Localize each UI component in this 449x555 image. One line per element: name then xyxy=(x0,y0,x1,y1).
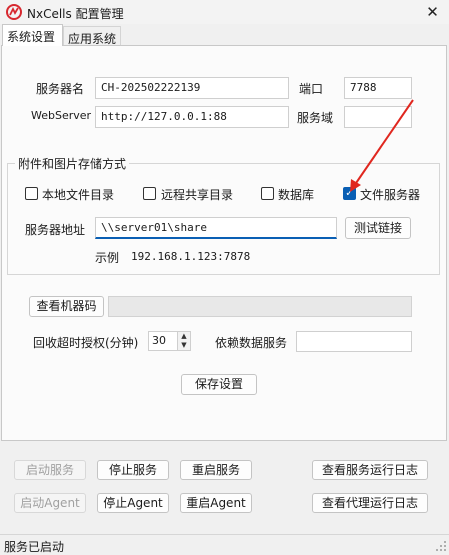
restart-agent-button[interactable]: 重启Agent xyxy=(180,493,252,513)
tab-application-system[interactable]: 应用系统 xyxy=(63,26,121,46)
timeout-stepper[interactable]: 30 ▲ ▼ xyxy=(148,331,191,351)
stepper-up-icon[interactable]: ▲ xyxy=(177,332,190,341)
status-text: 服务已启动 xyxy=(4,540,65,554)
start-agent-button[interactable]: 启动Agent xyxy=(14,493,86,513)
service-domain-label: 服务域 xyxy=(297,111,334,125)
remote-share-checkbox[interactable] xyxy=(143,187,156,200)
test-link-button[interactable]: 测试链接 xyxy=(345,217,411,239)
annotation-arrow-icon xyxy=(350,99,414,192)
save-settings-button[interactable]: 保存设置 xyxy=(181,374,257,395)
webserver-label: WebServer xyxy=(31,109,92,122)
local-dir-checkbox[interactable] xyxy=(25,187,38,200)
server-name-field[interactable]: CH-202502222139 xyxy=(95,77,289,99)
app-logo-icon xyxy=(6,4,22,20)
timeout-value: 30 xyxy=(152,334,166,347)
example-label: 示例 xyxy=(95,251,120,265)
local-dir-label[interactable]: 本地文件目录 xyxy=(42,186,114,203)
example-value: 192.168.1.123:7878 xyxy=(131,250,251,263)
restart-service-button[interactable]: 重启服务 xyxy=(180,460,252,480)
stop-agent-button[interactable]: 停止Agent xyxy=(97,493,169,513)
port-label: 端口 xyxy=(299,82,324,96)
remote-share-label[interactable]: 远程共享目录 xyxy=(161,186,233,203)
view-agent-log-button[interactable]: 查看代理运行日志 xyxy=(312,493,428,513)
timeout-label: 回收超时授权(分钟) xyxy=(33,336,139,350)
status-bar xyxy=(0,534,449,554)
close-icon: ✕ xyxy=(426,3,439,21)
server-address-field[interactable]: \\server01\share xyxy=(95,217,337,239)
server-name-label: 服务器名 xyxy=(36,82,85,96)
webserver-field[interactable]: http://127.0.0.1:88 xyxy=(95,106,289,128)
stop-service-button[interactable]: 停止服务 xyxy=(97,460,169,480)
database-checkbox[interactable] xyxy=(261,187,274,200)
view-service-log-button[interactable]: 查看服务运行日志 xyxy=(312,460,428,480)
storage-group-title: 附件和图片存储方式 xyxy=(15,155,130,172)
resize-grip-icon[interactable] xyxy=(435,540,447,552)
dependency-field[interactable] xyxy=(296,331,412,352)
machine-code-field xyxy=(108,296,412,317)
start-service-button[interactable]: 启动服务 xyxy=(14,460,86,480)
window-title: NxCells 配置管理 xyxy=(27,7,124,21)
tab-system-settings[interactable]: 系统设置 xyxy=(2,24,63,46)
database-label[interactable]: 数据库 xyxy=(278,186,314,203)
dependency-label: 依赖数据服务 xyxy=(215,336,288,350)
view-machine-code-button[interactable]: 查看机器码 xyxy=(29,296,104,317)
server-address-label: 服务器地址 xyxy=(25,223,86,237)
close-button[interactable]: ✕ xyxy=(416,0,449,24)
stepper-down-icon[interactable]: ▼ xyxy=(177,341,190,350)
